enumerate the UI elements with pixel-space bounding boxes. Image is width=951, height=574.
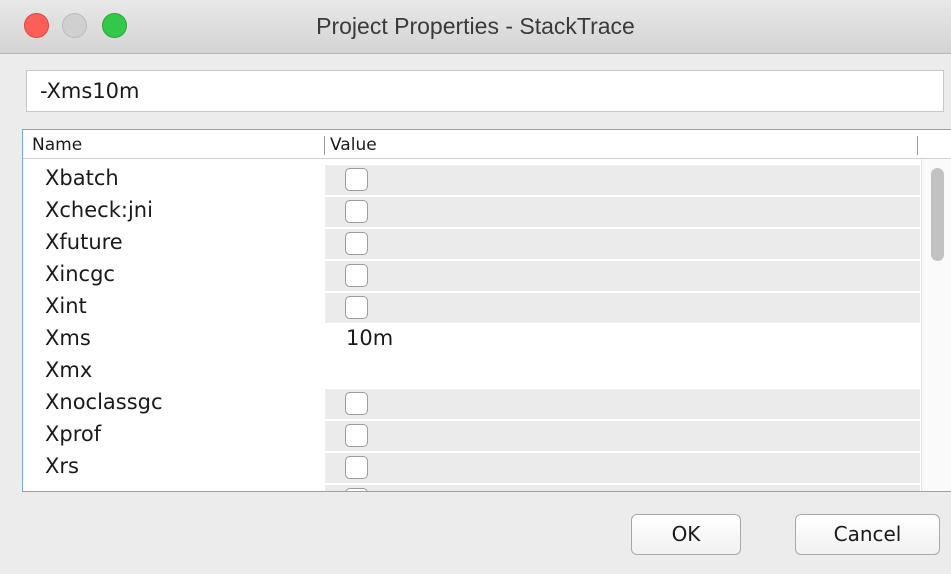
option-name: Xnoclassgc [45,390,163,414]
title-bar: Project Properties - StackTrace [0,0,951,54]
value-cell [325,261,920,291]
table-row-partial[interactable] [23,484,920,491]
option-checkbox[interactable] [345,264,368,287]
option-checkbox[interactable] [345,168,368,191]
table-row[interactable]: Xmx [23,356,920,388]
table-scrollbar[interactable] [921,159,951,491]
column-header-name[interactable]: Name [32,135,82,155]
table-row[interactable]: Xbatch [23,164,920,196]
table-row[interactable]: Xcheck:jni [23,196,920,228]
option-name: Xfuture [45,230,123,254]
option-checkbox[interactable] [345,424,368,447]
vm-options-table: Name Value Xbatch Xcheck:jni Xfuture Xin… [22,129,951,492]
value-cell [325,293,920,323]
value-cell [325,197,920,227]
table-row[interactable]: Xnoclassgc [23,388,920,420]
table-header: Name Value [23,130,951,159]
table-row[interactable]: Xms 10m [23,324,920,356]
option-checkbox[interactable] [345,232,368,255]
value-cell [325,165,920,195]
option-name: Xmx [45,358,93,382]
value-cell [325,389,920,419]
cancel-button[interactable]: Cancel [795,514,940,555]
value-cell [325,485,920,491]
option-checkbox[interactable] [345,392,368,415]
value-cell [325,453,920,483]
option-name: Xint [45,294,87,318]
table-row[interactable]: Xprof [23,420,920,452]
value-cell [325,421,920,451]
column-divider [917,136,918,155]
option-checkbox[interactable] [345,200,368,223]
window-title: Project Properties - StackTrace [316,13,635,39]
option-checkbox[interactable] [345,296,368,319]
option-name: Xprof [45,422,102,446]
option-checkbox[interactable] [345,488,368,491]
option-value[interactable]: 10m [346,326,393,350]
column-divider[interactable] [324,136,325,155]
value-cell [325,229,920,259]
option-name: Xrs [45,454,79,478]
column-header-value[interactable]: Value [330,135,377,155]
option-name: Xcheck:jni [45,198,153,222]
ok-button[interactable]: OK [631,514,741,555]
option-name: Xms [45,326,91,350]
table-body: Xbatch Xcheck:jni Xfuture Xincgc Xint Xm… [23,164,920,491]
vm-arguments-input[interactable] [26,70,944,112]
table-row[interactable]: Xrs [23,452,920,484]
table-row[interactable]: Xint [23,292,920,324]
table-row[interactable]: Xfuture [23,228,920,260]
option-name: Xincgc [45,262,115,286]
option-name: Xbatch [45,166,119,190]
option-checkbox[interactable] [345,456,368,479]
scrollbar-thumb[interactable] [931,168,944,261]
project-properties-window: Project Properties - StackTrace Name Val… [0,0,951,574]
table-row[interactable]: Xincgc [23,260,920,292]
